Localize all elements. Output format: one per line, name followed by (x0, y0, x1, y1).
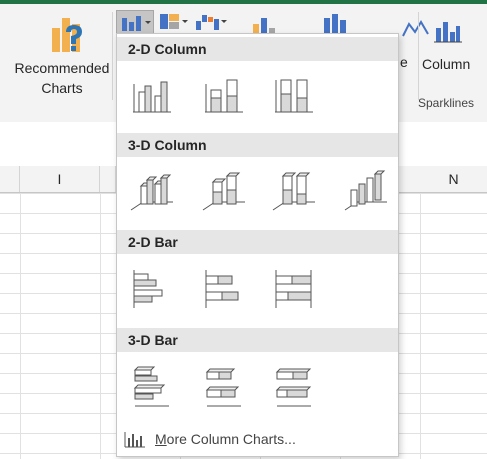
section-3d-bar-header: 3-D Bar (117, 328, 398, 352)
3d-column-option[interactable] (343, 168, 389, 214)
waterfall-chart-button[interactable] (193, 10, 227, 34)
more-charts-icon (124, 432, 145, 448)
section-3d-column-header: 3-D Column (117, 133, 398, 157)
column-header[interactable] (0, 166, 20, 192)
3d-clustered-column-icon (130, 174, 173, 211)
column-sparkline-label: Column (422, 56, 471, 72)
100-stacked-column-option[interactable] (271, 72, 317, 118)
3d-stacked-column-icon (202, 172, 245, 211)
clustered-column-option[interactable] (129, 72, 175, 118)
3d-stacked-column-option[interactable] (201, 168, 247, 214)
3d-stacked-bar-icon (205, 368, 241, 407)
hierarchy-chart-icon (160, 14, 188, 29)
recommended-charts-icon (52, 18, 82, 52)
more-column-charts-label: More Column Charts... (155, 431, 296, 447)
3d-clustered-bar-option[interactable] (129, 364, 175, 410)
column-chart-icon (122, 16, 151, 31)
clustered-column-icon (133, 81, 171, 113)
column-header[interactable] (100, 166, 116, 192)
hierarchy-chart-button[interactable] (157, 10, 189, 34)
column-header-n[interactable]: N (420, 166, 487, 192)
column-sparkline-button[interactable]: Column (420, 10, 476, 86)
waterfall-chart-icon (196, 15, 227, 30)
3d-clustered-bar-icon (133, 366, 169, 407)
section-2d-column-header: 2-D Column (117, 37, 398, 61)
3d-clustered-column-option[interactable] (129, 168, 175, 214)
sparklines-group-label: Sparklines (418, 96, 475, 110)
stacked-bar-option[interactable] (201, 266, 247, 312)
column-header-i[interactable]: I (20, 166, 100, 192)
3d-column-icon (344, 170, 387, 211)
3d-100-stacked-bar-icon (275, 368, 312, 407)
3d-100-stacked-column-option[interactable] (271, 168, 317, 214)
stacked-column-option[interactable] (201, 72, 247, 118)
3d-stacked-bar-option[interactable] (201, 364, 247, 410)
100-stacked-bar-option[interactable] (271, 266, 317, 312)
100-stacked-column-icon (275, 79, 313, 113)
ribbon-separator (112, 12, 113, 100)
3d-100-stacked-bar-option[interactable] (271, 364, 317, 410)
section-2d-bar-header: 2-D Bar (117, 230, 398, 254)
clustered-bar-icon (133, 270, 163, 308)
more-column-charts-link[interactable]: More Column Charts... (122, 428, 394, 452)
column-chart-dropdown: 2-D Column 3-D Column 2-D Bar 3-D Bar Mo… (116, 33, 399, 457)
clustered-bar-option[interactable] (129, 266, 175, 312)
recommended-charts-button[interactable]: Recommended Charts (8, 10, 116, 102)
3d-100-stacked-column-icon (272, 172, 315, 211)
recommended-charts-label: Recommended Charts (14, 60, 110, 96)
column-sparkline-icon (434, 22, 462, 43)
100-stacked-bar-icon (275, 270, 312, 308)
sparkline-line-label: e (400, 54, 408, 70)
stacked-column-icon (205, 79, 243, 113)
column-chart-dropdown-button[interactable] (116, 10, 154, 34)
stacked-bar-icon (205, 270, 239, 308)
ribbon-separator (418, 12, 419, 100)
